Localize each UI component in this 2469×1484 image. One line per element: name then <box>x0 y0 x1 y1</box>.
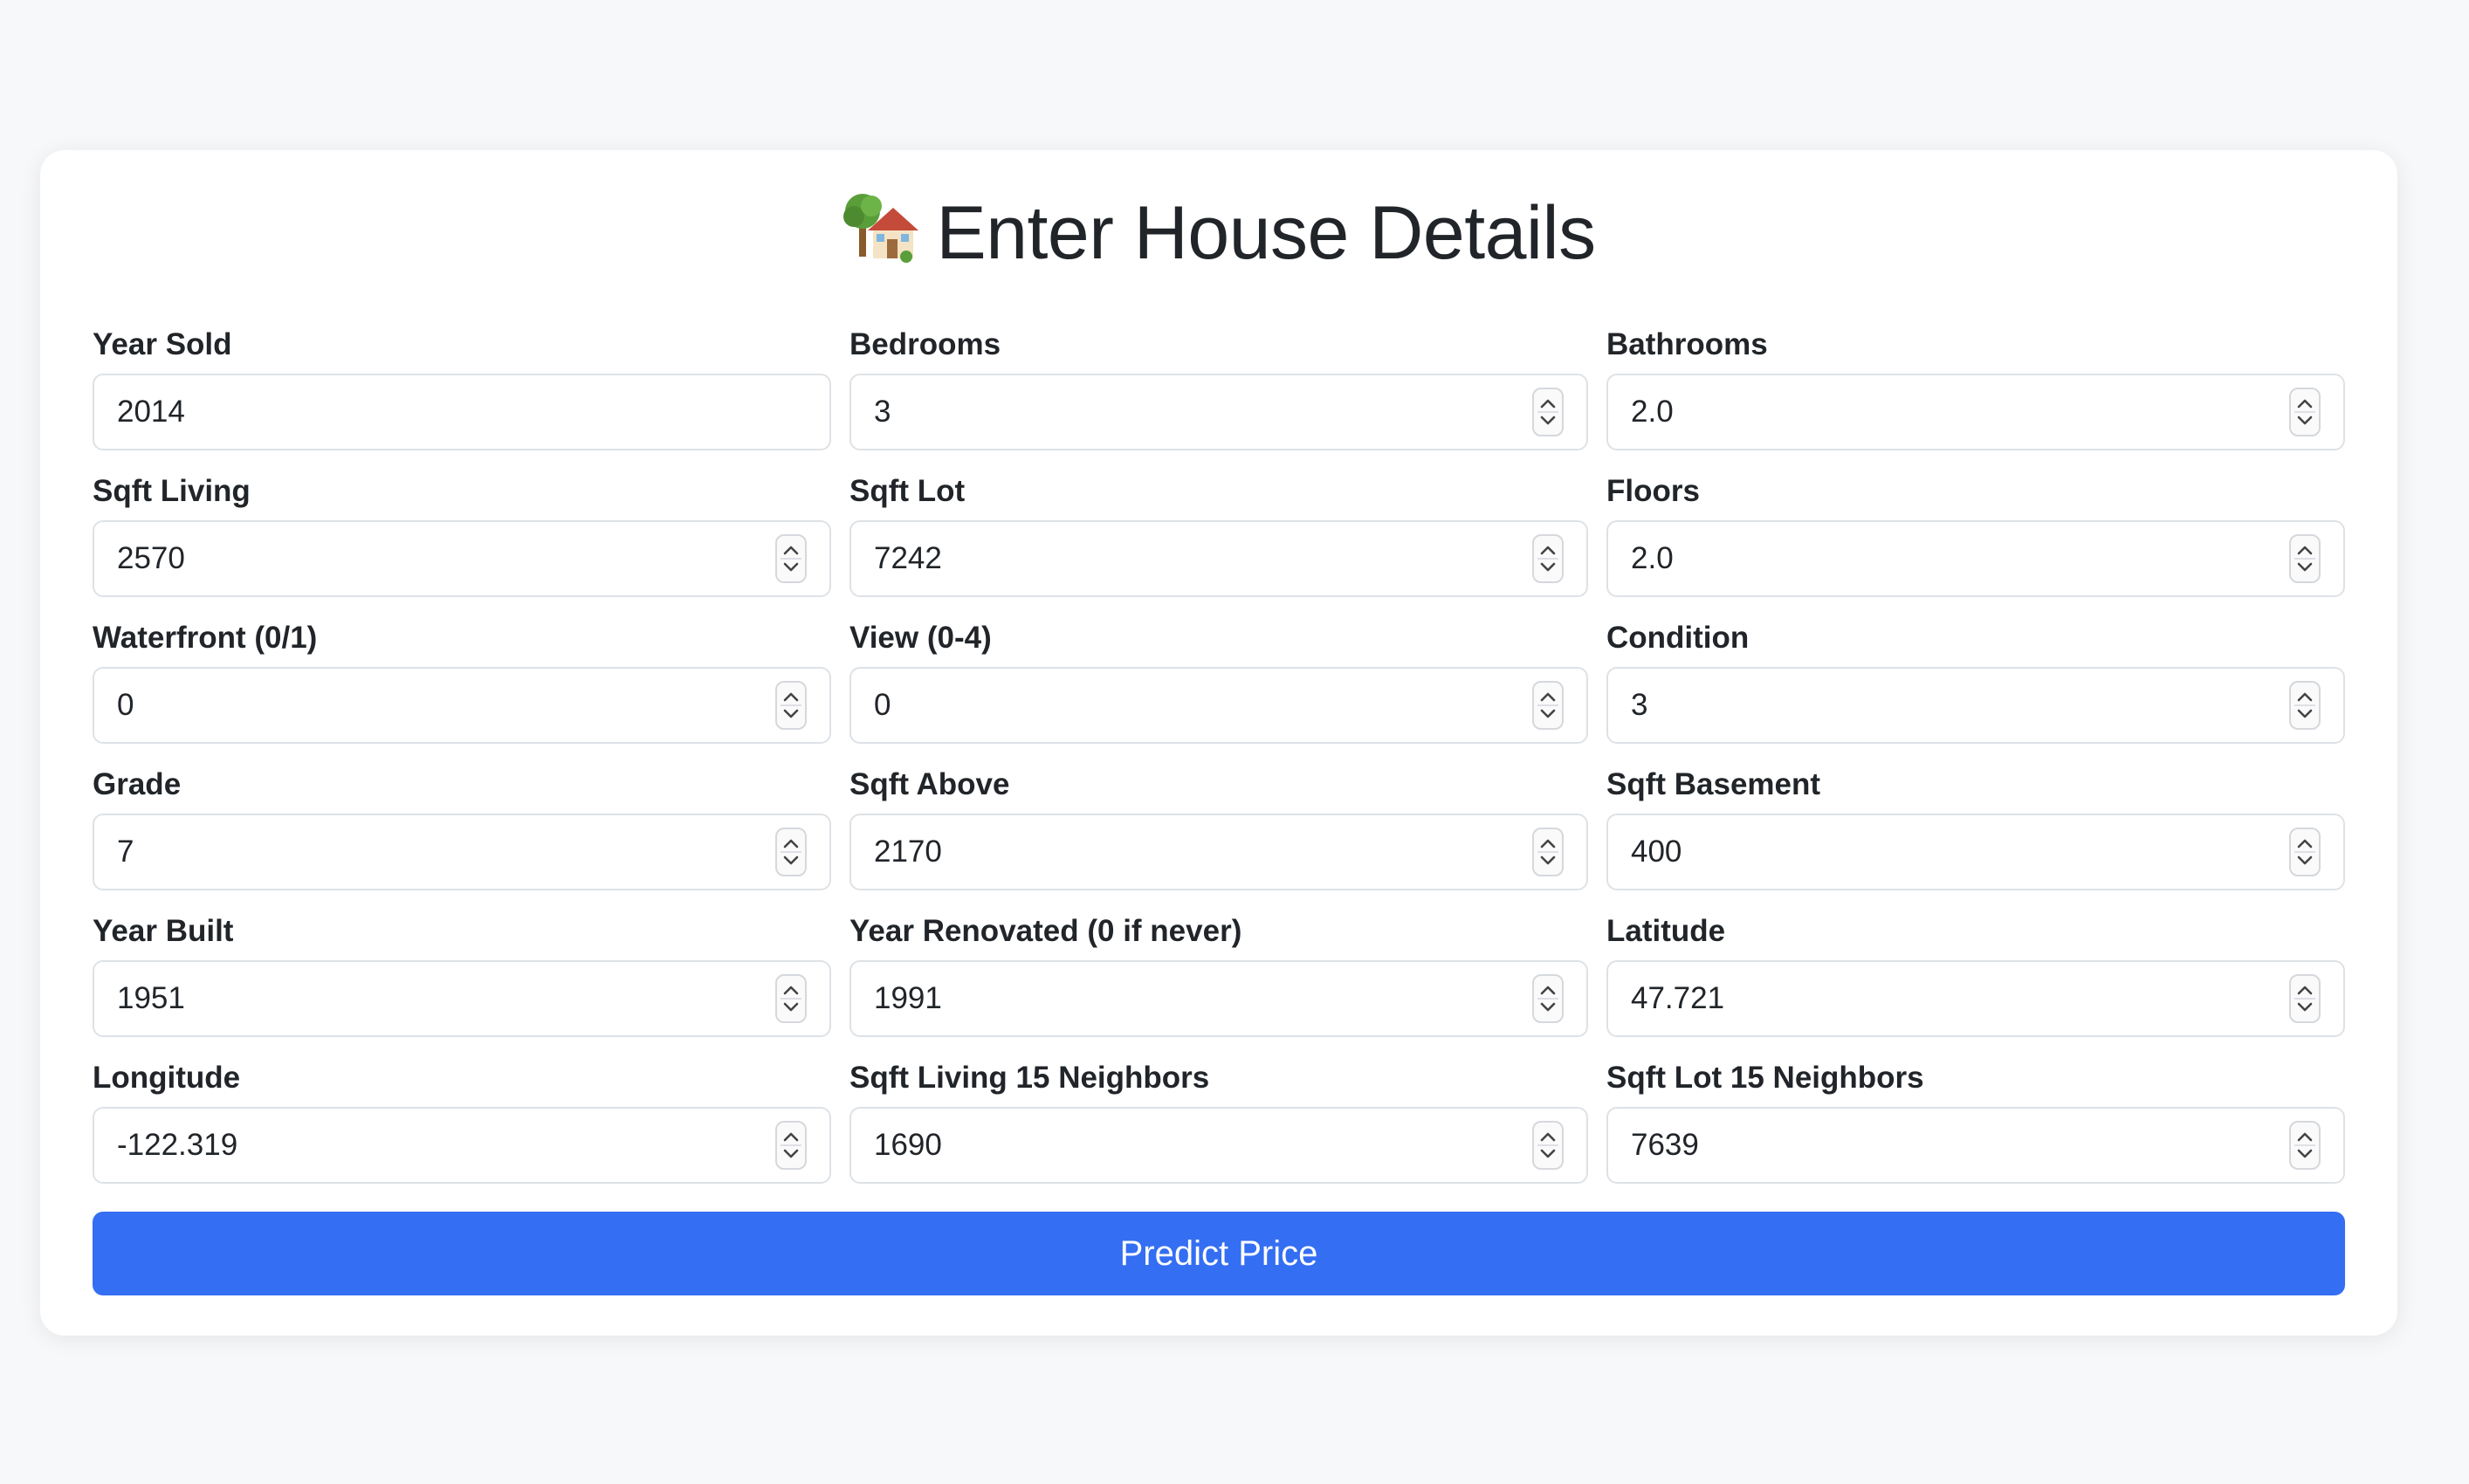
sqft-lot-15-neighbors-input[interactable] <box>1608 1109 2343 1182</box>
waterfront-0-1-input-wrapper <box>93 667 831 744</box>
field-condition: Condition <box>1606 609 2345 756</box>
field-longitude: Longitude <box>93 1049 831 1196</box>
number-stepper-icon[interactable] <box>775 974 807 1023</box>
field-sqft-basement: Sqft Basement <box>1606 756 2345 903</box>
field-grid: Year Sold Bedrooms Bathrooms Sqft Living Sqf… <box>93 316 2345 1196</box>
sqft-above-input-wrapper <box>849 814 1588 890</box>
field-bedrooms: Bedrooms <box>849 316 1588 463</box>
sqft-living-input-wrapper <box>93 520 831 597</box>
house-with-tree-icon <box>842 189 920 267</box>
sqft-above-label: Sqft Above <box>849 767 1010 801</box>
field-sqft-living: Sqft Living <box>93 463 831 609</box>
year-built-input[interactable] <box>94 962 829 1035</box>
year-renovated-0-if-never-input[interactable] <box>851 962 1586 1035</box>
sqft-living-label: Sqft Living <box>93 474 251 508</box>
field-sqft-living-15-neighbors: Sqft Living 15 Neighbors <box>849 1049 1588 1196</box>
waterfront-0-1-input[interactable] <box>94 669 829 742</box>
field-year-sold: Year Sold <box>93 316 831 463</box>
number-stepper-icon[interactable] <box>1532 828 1564 876</box>
grade-input-wrapper <box>93 814 831 890</box>
floors-input[interactable] <box>1608 522 2343 595</box>
bathrooms-label: Bathrooms <box>1606 327 1768 361</box>
waterfront-0-1-label: Waterfront (0/1) <box>93 621 318 655</box>
condition-input-wrapper <box>1606 667 2345 744</box>
year-sold-input[interactable] <box>94 375 829 449</box>
number-stepper-icon[interactable] <box>2289 828 2321 876</box>
field-sqft-lot: Sqft Lot <box>849 463 1588 609</box>
view-0-4-input-wrapper <box>849 667 1588 744</box>
longitude-input[interactable] <box>94 1109 829 1182</box>
sqft-lot-15-neighbors-label: Sqft Lot 15 Neighbors <box>1606 1061 1924 1095</box>
number-stepper-icon[interactable] <box>2289 681 2321 730</box>
latitude-input-wrapper <box>1606 960 2345 1037</box>
bedrooms-input[interactable] <box>851 375 1586 449</box>
latitude-input[interactable] <box>1608 962 2343 1035</box>
field-floors: Floors <box>1606 463 2345 609</box>
sqft-living-15-neighbors-input[interactable] <box>851 1109 1586 1182</box>
number-stepper-icon[interactable] <box>1532 388 1564 436</box>
latitude-label: Latitude <box>1606 914 1726 948</box>
field-waterfront-0-1: Waterfront (0/1) <box>93 609 831 756</box>
field-grade: Grade <box>93 756 831 903</box>
condition-label: Condition <box>1606 621 1750 655</box>
sqft-living-input[interactable] <box>94 522 829 595</box>
year-renovated-0-if-never-label: Year Renovated (0 if never) <box>849 914 1242 948</box>
number-stepper-icon[interactable] <box>1532 1121 1564 1170</box>
floors-label: Floors <box>1606 474 1700 508</box>
predict-price-button[interactable]: Predict Price <box>93 1212 2345 1295</box>
sqft-lot-15-neighbors-input-wrapper <box>1606 1107 2345 1184</box>
number-stepper-icon[interactable] <box>775 828 807 876</box>
field-year-renovated-0-if-never: Year Renovated (0 if never) <box>849 903 1588 1049</box>
page-title: Enter House Details <box>40 189 2397 278</box>
floors-input-wrapper <box>1606 520 2345 597</box>
page-title-text: Enter House Details <box>936 191 1596 275</box>
house-details-card: Enter House Details Year Sold Bedrooms Bat… <box>40 150 2397 1336</box>
sqft-lot-label: Sqft Lot <box>849 474 966 508</box>
field-latitude: Latitude <box>1606 903 2345 1049</box>
number-stepper-icon[interactable] <box>2289 388 2321 436</box>
number-stepper-icon[interactable] <box>775 534 807 583</box>
field-view-0-4: View (0-4) <box>849 609 1588 756</box>
longitude-label: Longitude <box>93 1061 241 1095</box>
sqft-lot-input-wrapper <box>849 520 1588 597</box>
view-0-4-input[interactable] <box>851 669 1586 742</box>
number-stepper-icon[interactable] <box>1532 681 1564 730</box>
sqft-above-input[interactable] <box>851 815 1586 889</box>
year-sold-label: Year Sold <box>93 327 232 361</box>
number-stepper-icon[interactable] <box>775 1121 807 1170</box>
sqft-living-15-neighbors-label: Sqft Living 15 Neighbors <box>849 1061 1210 1095</box>
longitude-input-wrapper <box>93 1107 831 1184</box>
grade-label: Grade <box>93 767 182 801</box>
field-sqft-lot-15-neighbors: Sqft Lot 15 Neighbors <box>1606 1049 2345 1196</box>
field-year-built: Year Built <box>93 903 831 1049</box>
field-bathrooms: Bathrooms <box>1606 316 2345 463</box>
sqft-basement-input[interactable] <box>1608 815 2343 889</box>
number-stepper-icon[interactable] <box>1532 534 1564 583</box>
year-built-label: Year Built <box>93 914 234 948</box>
sqft-basement-label: Sqft Basement <box>1606 767 1821 801</box>
field-sqft-above: Sqft Above <box>849 756 1588 903</box>
number-stepper-icon[interactable] <box>2289 1121 2321 1170</box>
year-sold-input-wrapper <box>93 374 831 450</box>
sqft-living-15-neighbors-input-wrapper <box>849 1107 1588 1184</box>
bedrooms-label: Bedrooms <box>849 327 1001 361</box>
bedrooms-input-wrapper <box>849 374 1588 450</box>
view-0-4-label: View (0-4) <box>849 621 992 655</box>
bathrooms-input-wrapper <box>1606 374 2345 450</box>
sqft-lot-input[interactable] <box>851 522 1586 595</box>
year-built-input-wrapper <box>93 960 831 1037</box>
number-stepper-icon[interactable] <box>2289 974 2321 1023</box>
sqft-basement-input-wrapper <box>1606 814 2345 890</box>
year-renovated-0-if-never-input-wrapper <box>849 960 1588 1037</box>
grade-input[interactable] <box>94 815 829 889</box>
number-stepper-icon[interactable] <box>1532 974 1564 1023</box>
bathrooms-input[interactable] <box>1608 375 2343 449</box>
condition-input[interactable] <box>1608 669 2343 742</box>
number-stepper-icon[interactable] <box>775 681 807 730</box>
number-stepper-icon[interactable] <box>2289 534 2321 583</box>
